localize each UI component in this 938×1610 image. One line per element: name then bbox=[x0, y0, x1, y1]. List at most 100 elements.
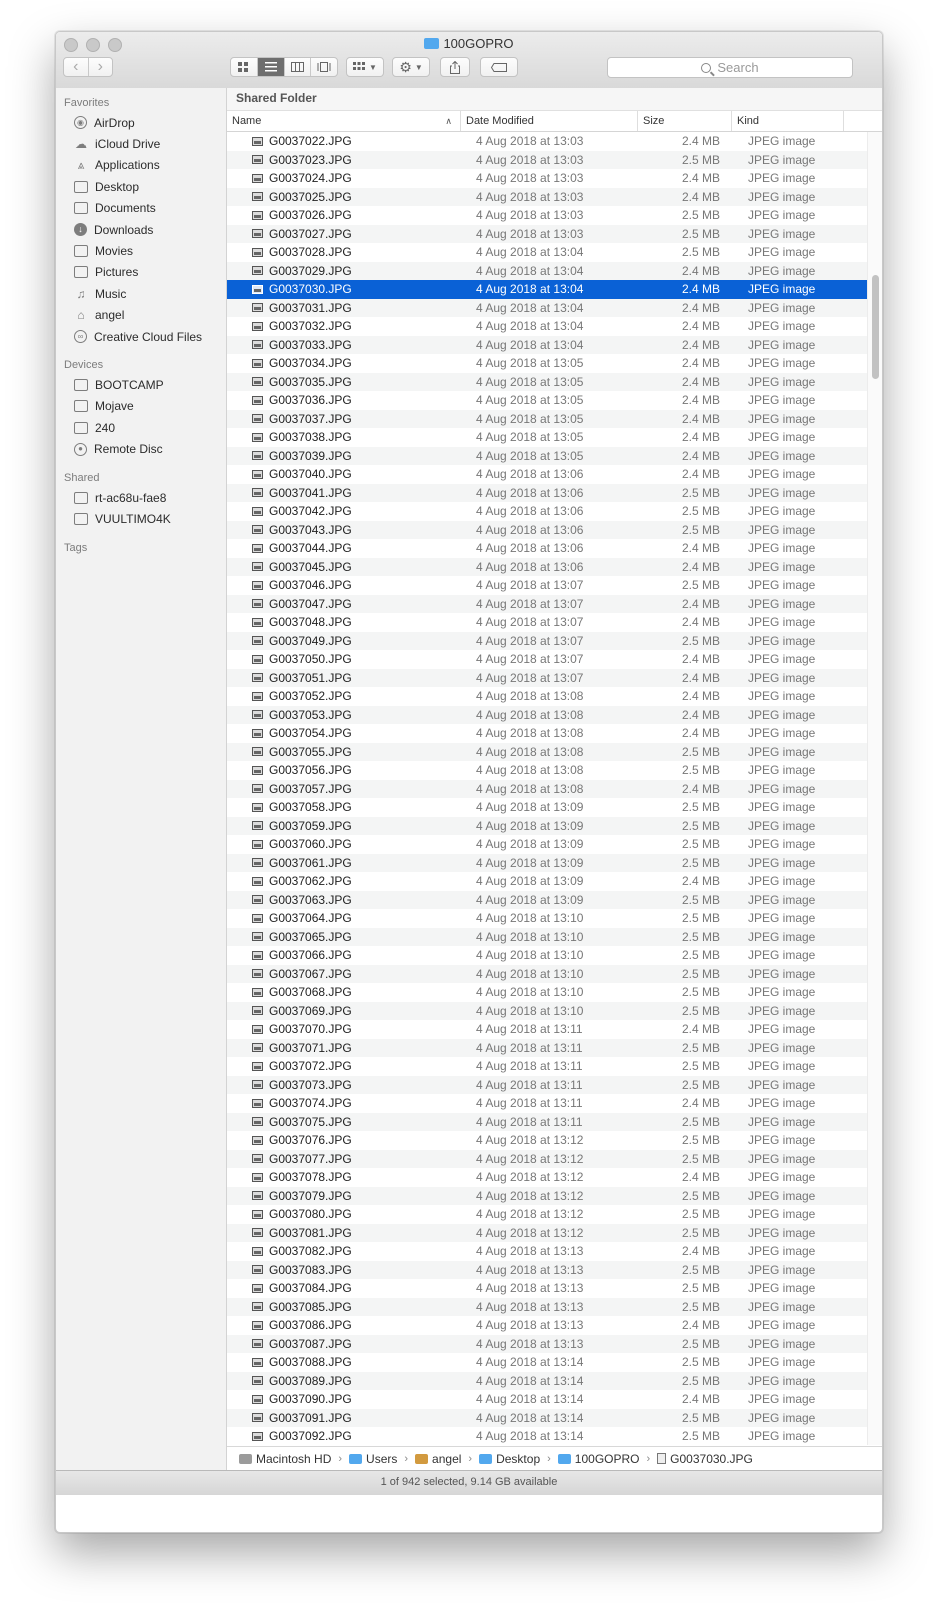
icon-view-button[interactable] bbox=[231, 58, 258, 76]
table-row[interactable]: G0037088.JPG 4 Aug 2018 at 13:14 2.5 MB JPE… bbox=[227, 1353, 882, 1372]
back-button[interactable]: ‹ bbox=[64, 58, 89, 76]
table-row[interactable]: G0037035.JPG 4 Aug 2018 at 13:05 2.4 MB JPE… bbox=[227, 372, 882, 391]
sidebar-device-240[interactable]: 240 bbox=[56, 417, 226, 438]
table-row[interactable]: G0037067.JPG 4 Aug 2018 at 13:10 2.5 MB JPE… bbox=[227, 964, 882, 983]
sidebar-item-applications[interactable]: ⩓ Applications bbox=[56, 155, 226, 176]
table-row[interactable]: G0037071.JPG 4 Aug 2018 at 13:11 2.5 MB JPE… bbox=[227, 1038, 882, 1057]
table-row[interactable]: G0037091.JPG 4 Aug 2018 at 13:14 2.5 MB JPE… bbox=[227, 1408, 882, 1427]
table-row[interactable]: G0037043.JPG 4 Aug 2018 at 13:06 2.5 MB JPE… bbox=[227, 520, 882, 539]
table-row[interactable]: G0037056.JPG 4 Aug 2018 at 13:08 2.5 MB JPE… bbox=[227, 761, 882, 780]
table-row[interactable]: G0037092.JPG 4 Aug 2018 at 13:14 2.5 MB JPE… bbox=[227, 1427, 882, 1445]
table-row[interactable]: G0037066.JPG 4 Aug 2018 at 13:10 2.5 MB JPE… bbox=[227, 946, 882, 965]
table-row[interactable]: G0037039.JPG 4 Aug 2018 at 13:05 2.4 MB JPE… bbox=[227, 446, 882, 465]
sidebar-item-angel[interactable]: ⌂ angel bbox=[56, 305, 226, 326]
sidebar-device-mojave[interactable]: Mojave bbox=[56, 396, 226, 417]
path-item-100gopro[interactable]: 100GOPRO bbox=[557, 1452, 640, 1466]
table-row[interactable]: G0037063.JPG 4 Aug 2018 at 13:09 2.5 MB JPE… bbox=[227, 890, 882, 909]
group-by-button[interactable]: ▼ bbox=[346, 57, 384, 77]
table-row[interactable]: G0037053.JPG 4 Aug 2018 at 13:08 2.4 MB JPE… bbox=[227, 705, 882, 724]
table-row[interactable]: G0037081.JPG 4 Aug 2018 at 13:12 2.5 MB JPE… bbox=[227, 1223, 882, 1242]
table-row[interactable]: G0037078.JPG 4 Aug 2018 at 13:12 2.4 MB JPE… bbox=[227, 1168, 882, 1187]
table-row[interactable]: G0037085.JPG 4 Aug 2018 at 13:13 2.5 MB JPE… bbox=[227, 1297, 882, 1316]
table-row[interactable]: G0037079.JPG 4 Aug 2018 at 13:12 2.5 MB JPE… bbox=[227, 1186, 882, 1205]
column-date-header[interactable]: Date Modified bbox=[461, 111, 638, 131]
table-row[interactable]: G0037050.JPG 4 Aug 2018 at 13:07 2.4 MB JPE… bbox=[227, 650, 882, 669]
column-view-button[interactable] bbox=[285, 58, 312, 76]
table-row[interactable]: G0037029.JPG 4 Aug 2018 at 13:04 2.4 MB JPE… bbox=[227, 261, 882, 280]
table-row[interactable]: G0037049.JPG 4 Aug 2018 at 13:07 2.5 MB JPE… bbox=[227, 631, 882, 650]
sidebar-item-pictures[interactable]: Pictures bbox=[56, 262, 226, 283]
table-row[interactable]: G0037026.JPG 4 Aug 2018 at 13:03 2.5 MB JPE… bbox=[227, 206, 882, 225]
table-row[interactable]: G0037024.JPG 4 Aug 2018 at 13:03 2.4 MB JPE… bbox=[227, 169, 882, 188]
gallery-view-button[interactable] bbox=[311, 58, 337, 76]
table-row[interactable]: G0037058.JPG 4 Aug 2018 at 13:09 2.5 MB JPE… bbox=[227, 798, 882, 817]
table-row[interactable]: G0037028.JPG 4 Aug 2018 at 13:04 2.5 MB JPE… bbox=[227, 243, 882, 262]
column-kind-header[interactable]: Kind bbox=[732, 111, 844, 131]
table-row[interactable]: G0037070.JPG 4 Aug 2018 at 13:11 2.4 MB JPE… bbox=[227, 1020, 882, 1039]
sidebar-item-documents[interactable]: Documents bbox=[56, 198, 226, 219]
vertical-scrollbar[interactable] bbox=[867, 132, 882, 1445]
sidebar-item-desktop[interactable]: Desktop bbox=[56, 176, 226, 197]
table-row[interactable]: G0037038.JPG 4 Aug 2018 at 13:05 2.4 MB JPE… bbox=[227, 428, 882, 447]
table-row[interactable]: G0037076.JPG 4 Aug 2018 at 13:12 2.5 MB JPE… bbox=[227, 1131, 882, 1150]
table-row[interactable]: G0037084.JPG 4 Aug 2018 at 13:13 2.5 MB JPE… bbox=[227, 1279, 882, 1298]
action-button[interactable]: ⚙ ▼ bbox=[392, 57, 430, 77]
table-row[interactable]: G0037031.JPG 4 Aug 2018 at 13:04 2.4 MB JPE… bbox=[227, 298, 882, 317]
search-field[interactable]: Search bbox=[607, 57, 853, 78]
table-row[interactable]: G0037023.JPG 4 Aug 2018 at 13:03 2.5 MB JPE… bbox=[227, 150, 882, 169]
table-row[interactable]: G0037064.JPG 4 Aug 2018 at 13:10 2.5 MB JPE… bbox=[227, 909, 882, 928]
sidebar-item-downloads[interactable]: ↓ Downloads bbox=[56, 219, 226, 240]
table-row[interactable]: G0037059.JPG 4 Aug 2018 at 13:09 2.5 MB JPE… bbox=[227, 816, 882, 835]
table-row[interactable]: G0037052.JPG 4 Aug 2018 at 13:08 2.4 MB JPE… bbox=[227, 687, 882, 706]
column-name-header[interactable]: Name ∧ bbox=[227, 111, 461, 131]
table-row[interactable]: G0037090.JPG 4 Aug 2018 at 13:14 2.4 MB JPE… bbox=[227, 1390, 882, 1409]
table-row[interactable]: G0037055.JPG 4 Aug 2018 at 13:08 2.5 MB JPE… bbox=[227, 742, 882, 761]
sidebar-item-airdrop[interactable]: ◉ AirDrop bbox=[56, 112, 226, 133]
table-row[interactable]: G0037032.JPG 4 Aug 2018 at 13:04 2.4 MB JPE… bbox=[227, 317, 882, 336]
table-row[interactable]: G0037025.JPG 4 Aug 2018 at 13:03 2.4 MB JPE… bbox=[227, 187, 882, 206]
table-row[interactable]: G0037054.JPG 4 Aug 2018 at 13:08 2.4 MB JPE… bbox=[227, 724, 882, 743]
sidebar-device-remote-disc[interactable]: ● Remote Disc bbox=[56, 438, 226, 459]
table-row[interactable]: G0037073.JPG 4 Aug 2018 at 13:11 2.5 MB JPE… bbox=[227, 1075, 882, 1094]
list-view-button[interactable] bbox=[257, 58, 285, 76]
sidebar-item-creative-cloud-files[interactable]: ∞ Creative Cloud Files bbox=[56, 326, 226, 347]
table-row[interactable]: G0037060.JPG 4 Aug 2018 at 13:09 2.5 MB JPE… bbox=[227, 835, 882, 854]
table-row[interactable]: G0037040.JPG 4 Aug 2018 at 13:06 2.4 MB JPE… bbox=[227, 465, 882, 484]
table-row[interactable]: G0037089.JPG 4 Aug 2018 at 13:14 2.5 MB JPE… bbox=[227, 1371, 882, 1390]
table-row[interactable]: G0037065.JPG 4 Aug 2018 at 13:10 2.5 MB JPE… bbox=[227, 927, 882, 946]
table-row[interactable]: G0037047.JPG 4 Aug 2018 at 13:07 2.4 MB JPE… bbox=[227, 594, 882, 613]
table-row[interactable]: G0037036.JPG 4 Aug 2018 at 13:05 2.4 MB JPE… bbox=[227, 391, 882, 410]
table-row[interactable]: G0037074.JPG 4 Aug 2018 at 13:11 2.4 MB JPE… bbox=[227, 1094, 882, 1113]
path-item-angel[interactable]: angel bbox=[415, 1452, 461, 1466]
table-row[interactable]: G0037037.JPG 4 Aug 2018 at 13:05 2.4 MB JPE… bbox=[227, 409, 882, 428]
path-item-users[interactable]: Users bbox=[349, 1452, 397, 1466]
table-row[interactable]: G0037046.JPG 4 Aug 2018 at 13:07 2.5 MB JPE… bbox=[227, 576, 882, 595]
path-item-g0037030-jpg[interactable]: G0037030.JPG bbox=[657, 1452, 753, 1466]
table-row[interactable]: G0037062.JPG 4 Aug 2018 at 13:09 2.4 MB JPE… bbox=[227, 872, 882, 891]
table-row[interactable]: G0037072.JPG 4 Aug 2018 at 13:11 2.5 MB JPE… bbox=[227, 1057, 882, 1076]
sidebar-shared-rt-ac68u-fae8[interactable]: rt-ac68u-fae8 bbox=[56, 487, 226, 508]
table-row[interactable]: G0037034.JPG 4 Aug 2018 at 13:05 2.4 MB JPE… bbox=[227, 354, 882, 373]
table-row[interactable]: G0037027.JPG 4 Aug 2018 at 13:03 2.5 MB JPE… bbox=[227, 224, 882, 243]
sidebar-item-movies[interactable]: Movies bbox=[56, 240, 226, 261]
table-row[interactable]: G0037077.JPG 4 Aug 2018 at 13:12 2.5 MB JPE… bbox=[227, 1149, 882, 1168]
table-row[interactable]: G0037057.JPG 4 Aug 2018 at 13:08 2.4 MB JPE… bbox=[227, 779, 882, 798]
table-row[interactable]: G0037068.JPG 4 Aug 2018 at 13:10 2.5 MB JPE… bbox=[227, 983, 882, 1002]
table-row[interactable]: G0037045.JPG 4 Aug 2018 at 13:06 2.4 MB JPE… bbox=[227, 557, 882, 576]
table-row[interactable]: G0037083.JPG 4 Aug 2018 at 13:13 2.5 MB JPE… bbox=[227, 1260, 882, 1279]
column-size-header[interactable]: Size bbox=[638, 111, 732, 131]
table-row[interactable]: G0037086.JPG 4 Aug 2018 at 13:13 2.4 MB JPE… bbox=[227, 1316, 882, 1335]
table-row[interactable]: G0037033.JPG 4 Aug 2018 at 13:04 2.4 MB JPE… bbox=[227, 335, 882, 354]
table-row-selected[interactable]: G0037030.JPG 4 Aug 2018 at 13:04 2.4 MB JPE… bbox=[227, 280, 882, 299]
sidebar-item-music[interactable]: ♫ Music bbox=[56, 283, 226, 304]
scrollbar-thumb[interactable] bbox=[872, 275, 879, 379]
table-row[interactable]: G0037080.JPG 4 Aug 2018 at 13:12 2.5 MB JPE… bbox=[227, 1205, 882, 1224]
table-row[interactable]: G0037061.JPG 4 Aug 2018 at 13:09 2.5 MB JPE… bbox=[227, 853, 882, 872]
table-row[interactable]: G0037042.JPG 4 Aug 2018 at 13:06 2.5 MB JPE… bbox=[227, 502, 882, 521]
table-row[interactable]: G0037022.JPG 4 Aug 2018 at 13:03 2.4 MB JPE… bbox=[227, 132, 882, 151]
sidebar-device-bootcamp[interactable]: BOOTCAMP bbox=[56, 374, 226, 395]
share-button[interactable] bbox=[440, 57, 470, 77]
table-row[interactable]: G0037051.JPG 4 Aug 2018 at 13:07 2.4 MB JPE… bbox=[227, 668, 882, 687]
table-row[interactable]: G0037075.JPG 4 Aug 2018 at 13:11 2.5 MB JPE… bbox=[227, 1112, 882, 1131]
table-row[interactable]: G0037069.JPG 4 Aug 2018 at 13:10 2.5 MB JPE… bbox=[227, 1001, 882, 1020]
